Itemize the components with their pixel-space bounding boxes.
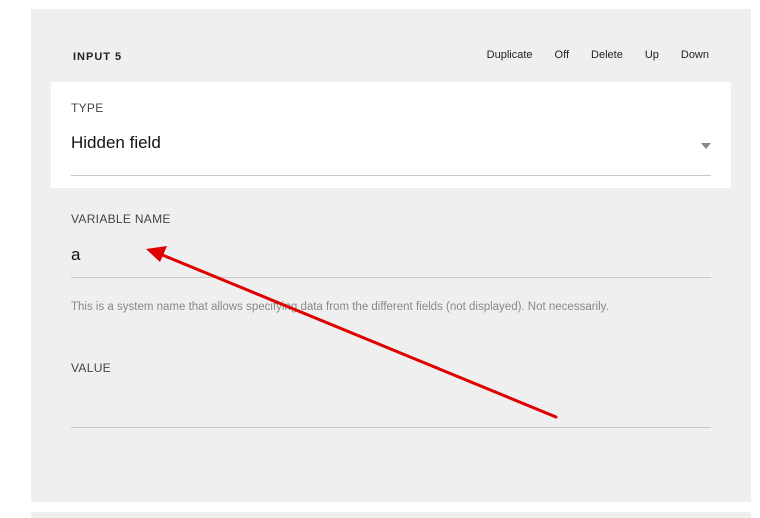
up-button[interactable]: Up xyxy=(645,49,659,61)
variable-name-label: VARIABLE NAME xyxy=(71,212,171,226)
value-input[interactable] xyxy=(71,395,711,415)
type-select[interactable]: TYPE Hidden field xyxy=(51,82,731,188)
type-underline xyxy=(71,175,711,176)
value-label: VALUE xyxy=(71,361,111,375)
off-button[interactable]: Off xyxy=(555,49,569,61)
input-card: INPUT 5 Duplicate Off Delete Up Down TYP… xyxy=(31,9,751,502)
variable-name-underline xyxy=(71,277,711,278)
variable-name-input[interactable]: a xyxy=(71,245,80,265)
variable-name-hint: This is a system name that allows specif… xyxy=(71,301,609,313)
input-title: INPUT 5 xyxy=(73,51,123,63)
delete-button[interactable]: Delete xyxy=(591,49,623,61)
type-label: TYPE xyxy=(71,101,104,115)
chevron-down-icon[interactable] xyxy=(701,143,711,149)
type-value[interactable]: Hidden field xyxy=(71,133,161,153)
duplicate-button[interactable]: Duplicate xyxy=(487,49,533,61)
input-actions: Duplicate Off Delete Up Down xyxy=(465,49,709,61)
down-button[interactable]: Down xyxy=(681,49,709,61)
value-underline xyxy=(71,427,711,428)
next-card-edge xyxy=(31,512,751,518)
